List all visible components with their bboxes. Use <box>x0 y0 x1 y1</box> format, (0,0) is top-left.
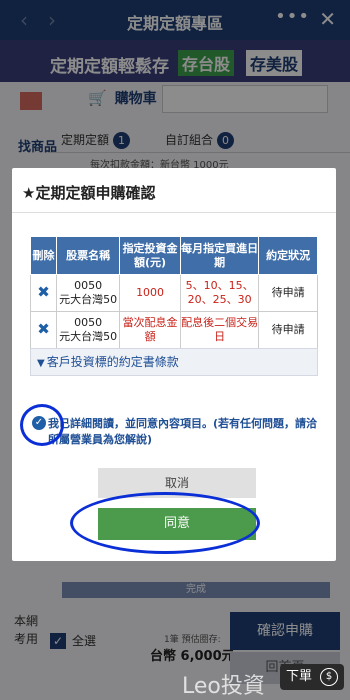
delete-cell[interactable]: ✖ <box>29 311 58 349</box>
col-header-delete: 刪除 <box>29 236 58 275</box>
chevron-down-icon: ▼ <box>37 358 45 369</box>
order-label: 下單 <box>286 669 313 684</box>
order-button[interactable]: 下單 $ <box>280 664 344 690</box>
table-header-row: 刪除 股票名稱 指定投資金額(元) 每月指定買進日期 約定狀況 <box>29 236 318 275</box>
coin-icon: $ <box>320 668 338 686</box>
terms-expander[interactable]: ▼ 客戶投資標的約定書條款 <box>30 348 318 376</box>
table-row: ✖ 0050 元大台灣50 1000 5、10、15、20、25、30 待申請 <box>29 274 318 312</box>
amount-cell: 1000 <box>119 274 181 312</box>
agree-text: 我已詳細閱讀，並同意內容項目。(若有任何問題，請洽所屬營業員為您解說) <box>48 417 318 446</box>
divider <box>12 212 336 213</box>
terms-label: 客戶投資標的約定書條款 <box>46 355 179 369</box>
amount-cell: 當次配息金額 <box>119 311 181 349</box>
stock-name: 元大台灣50 <box>59 330 118 343</box>
dialog-title: ★定期定額申購確認 <box>22 184 156 202</box>
col-header-dates: 每月指定買進日期 <box>179 236 260 275</box>
stock-name: 元大台灣50 <box>59 293 118 306</box>
col-header-amount: 指定投資金額(元) <box>119 236 181 275</box>
stock-code: 0050 <box>74 279 103 292</box>
col-header-status: 約定狀況 <box>258 236 318 275</box>
table-row: ✖ 0050 元大台灣50 當次配息金額 配息後二個交易日 待申請 <box>29 311 318 349</box>
col-header-stock: 股票名稱 <box>56 236 121 275</box>
dates-cell: 配息後二個交易日 <box>179 311 260 349</box>
status-cell: 待申請 <box>258 274 318 312</box>
dates-cell: 5、10、15、20、25、30 <box>179 274 260 312</box>
watermark: Leo投資 <box>182 674 265 699</box>
status-cell: 待申請 <box>258 311 318 349</box>
delete-x-icon[interactable]: ✖ <box>37 283 50 301</box>
stock-cell: 0050 元大台灣50 <box>56 274 121 312</box>
highlight-circle-checkbox <box>20 404 64 446</box>
stock-code: 0050 <box>74 316 103 329</box>
order-table: 刪除 股票名稱 指定投資金額(元) 每月指定買進日期 約定狀況 ✖ 0050 元大… <box>29 236 318 349</box>
delete-x-icon[interactable]: ✖ <box>37 320 50 338</box>
stock-cell: 0050 元大台灣50 <box>56 311 121 349</box>
highlight-circle-agree <box>70 492 260 554</box>
delete-cell[interactable]: ✖ <box>29 274 58 312</box>
